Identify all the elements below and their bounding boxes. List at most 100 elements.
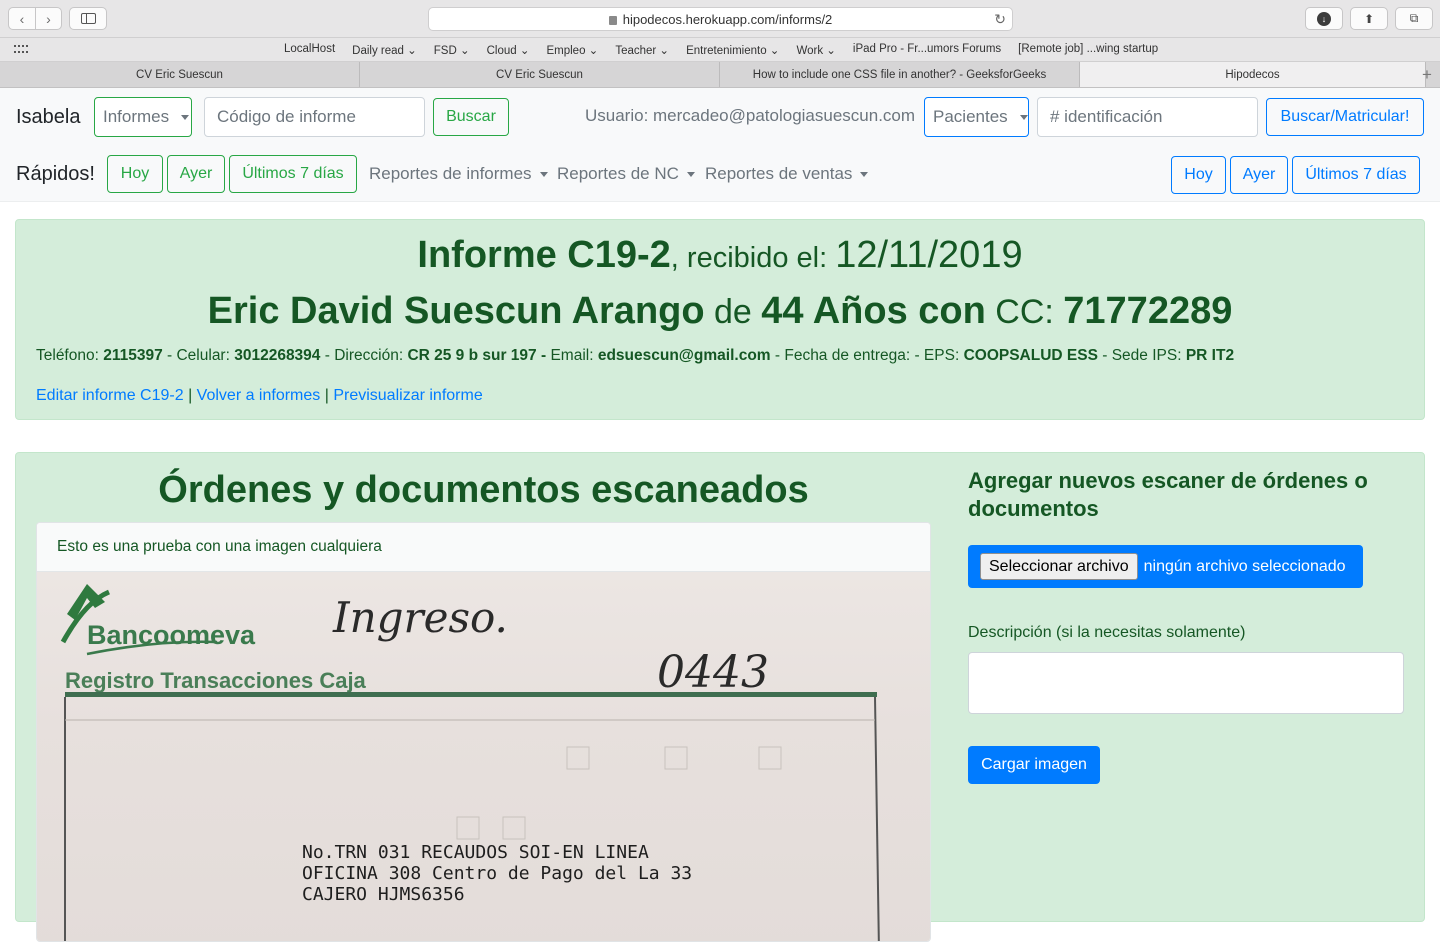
celular-value: 3012268394: [234, 347, 321, 364]
file-input[interactable]: Seleccionar archivo ningún archivo selec…: [968, 545, 1363, 588]
patient-name: Eric David Suescun Arango: [207, 290, 705, 332]
forward-icon[interactable]: ›: [35, 8, 61, 29]
ayer-button[interactable]: Ayer: [167, 155, 225, 193]
tab-bar: CV Eric Suescun CV Eric Suescun How to i…: [0, 62, 1440, 88]
patient-title: Eric David Suescun Arango de 44 Años con…: [16, 290, 1424, 333]
favorite-item[interactable]: Entretenimiento ⌄: [686, 43, 779, 57]
new-tab-icon[interactable]: +: [1414, 62, 1440, 87]
scan-line-1: No.TRN 031 RECAUDOS SOI-EN LINEA: [302, 842, 649, 863]
ultimos-7-dias-right-button[interactable]: Últimos 7 días: [1292, 156, 1420, 194]
favorite-item[interactable]: FSD ⌄: [434, 43, 470, 57]
url-text: hipodecos.herokuapp.com/informs/2: [622, 11, 833, 27]
ayer-right-button[interactable]: Ayer: [1230, 156, 1288, 194]
cargar-imagen-button[interactable]: Cargar imagen: [968, 746, 1100, 784]
apps-grid-icon[interactable]: [14, 45, 30, 55]
favorite-item[interactable]: Empleo ⌄: [546, 43, 598, 57]
previsualizar-link[interactable]: Previsualizar informe: [333, 387, 482, 404]
chevron-down-icon: [181, 114, 190, 120]
downloads-button[interactable]: ↓: [1305, 7, 1343, 30]
scanned-document-image[interactable]: Bancoomeva Registro Transacciones Caja I…: [37, 572, 930, 941]
scan-handwritten-ingreso: Ingreso.: [332, 593, 508, 642]
descripcion-textarea[interactable]: [968, 652, 1404, 714]
tab-cv-1[interactable]: CV Eric Suescun: [0, 62, 360, 87]
address-bar[interactable]: hipodecos.herokuapp.com/informs/2 ↻: [428, 7, 1013, 31]
codigo-informe-input[interactable]: Código de informe: [204, 97, 425, 137]
separator: |: [183, 387, 197, 404]
informes-select[interactable]: Informes: [94, 97, 192, 137]
scan-line-2: OFICINA 308 Centro de Pago del La 33: [302, 863, 692, 884]
reportes-ventas-dropdown[interactable]: Reportes de ventas: [705, 164, 869, 184]
celular-label: - Celular:: [162, 347, 235, 364]
reportes-nc-dropdown[interactable]: Reportes de NC: [557, 164, 695, 184]
informe-date: 12/11/2019: [835, 234, 1023, 276]
favorite-item[interactable]: Teacher ⌄: [615, 43, 669, 57]
reportes-informes-dropdown[interactable]: Reportes de informes: [369, 164, 548, 184]
hoy-right-button[interactable]: Hoy: [1171, 156, 1226, 194]
share-button[interactable]: ⬆: [1350, 7, 1388, 30]
cc-label: CC:: [985, 293, 1064, 331]
separator: |: [320, 387, 334, 404]
eps-value: COOPSALUD ESS: [963, 347, 1098, 364]
telefono-value: 2115397: [103, 347, 163, 364]
back-icon[interactable]: ‹: [9, 8, 35, 29]
direccion-label: - Dirección:: [320, 347, 408, 364]
informes-select-value: Informes: [103, 107, 170, 126]
tab-cv-2[interactable]: CV Eric Suescun: [360, 62, 720, 87]
email-label: Email:: [546, 347, 598, 364]
favorite-item[interactable]: iPad Pro - Fr...umors Forums: [853, 43, 1001, 57]
reload-icon[interactable]: ↻: [994, 11, 1006, 28]
entrega-eps-label: - Fecha de entrega: - EPS:: [770, 347, 964, 364]
reportes-ventas-label: Reportes de ventas: [705, 164, 853, 183]
patient-info-line: Teléfono: 2115397 - Celular: 3012268394 …: [36, 347, 1234, 365]
direccion-value: CR 25 9 b sur 197 -: [407, 347, 547, 364]
no-file-label: ningún archivo seleccionado: [1143, 557, 1346, 575]
agregar-titulo: Agregar nuevos escaner de órdenes o docu…: [968, 468, 1368, 521]
document-card: Esto es una prueba con una imagen cualqu…: [36, 522, 931, 942]
pacientes-select[interactable]: Pacientes: [924, 97, 1029, 137]
sede-label: - Sede IPS:: [1097, 347, 1186, 364]
pacientes-select-value: Pacientes: [933, 107, 1008, 126]
email-value: edsuescun@gmail.com: [597, 347, 771, 364]
informe-code: Informe C19-2: [417, 234, 671, 276]
informe-title: Informe C19-2, recibido el: 12/11/2019: [16, 234, 1424, 277]
favorite-item[interactable]: Cloud ⌄: [487, 43, 530, 57]
download-icon: ↓: [1317, 11, 1331, 26]
brand[interactable]: Isabela: [16, 106, 81, 129]
browser-toolbar: ‹ › hipodecos.herokuapp.com/informs/2 ↻ …: [0, 0, 1440, 38]
favorite-item[interactable]: LocalHost: [284, 43, 335, 57]
buscar-matricular-button[interactable]: Buscar/Matricular!: [1266, 98, 1424, 136]
reportes-informes-label: Reportes de informes: [369, 164, 532, 183]
hoy-button[interactable]: Hoy: [107, 155, 163, 193]
scan-handwritten-number: 0443: [657, 647, 769, 698]
informe-actions: Editar informe C19-2 | Volver a informes…: [36, 387, 483, 405]
favorite-item[interactable]: Daily read ⌄: [352, 43, 417, 57]
patient-cc: 71772289: [1063, 290, 1233, 332]
lock-icon: [608, 15, 617, 25]
chevron-down-icon: [686, 171, 695, 177]
identificacion-input[interactable]: # identificación: [1037, 97, 1258, 137]
scan-registro-text: Registro Transacciones Caja: [65, 668, 367, 693]
ultimos-7-dias-button[interactable]: Últimos 7 días: [229, 155, 357, 193]
editar-informe-link[interactable]: Editar informe C19-2: [36, 387, 184, 404]
informe-header-panel: Informe C19-2, recibido el: 12/11/2019 E…: [15, 219, 1425, 420]
sede-value: PR IT2: [1185, 347, 1235, 364]
volver-informes-link[interactable]: Volver a informes: [197, 387, 321, 404]
tabs-overview-button[interactable]: ⧉: [1395, 7, 1433, 30]
buscar-button[interactable]: Buscar: [433, 98, 509, 136]
favorite-item[interactable]: Work ⌄: [796, 43, 835, 57]
favorites-bar: LocalHost Daily read ⌄ FSD ⌄ Cloud ⌄ Empleo …: [0, 38, 1440, 62]
seleccionar-archivo-button[interactable]: Seleccionar archivo: [980, 553, 1138, 580]
user-label: Usuario: mercadeo@patologiasuescun.com: [585, 106, 916, 125]
user-menu[interactable]: Usuario: mercadeo@patologiasuescun.com: [585, 106, 933, 126]
chevron-down-icon: [539, 171, 548, 177]
share-icon: ⬆: [1363, 11, 1375, 26]
reportes-nc-label: Reportes de NC: [557, 164, 679, 183]
tab-geeksforgeeks[interactable]: How to include one CSS file in another? …: [720, 62, 1080, 87]
chevron-down-icon: [860, 171, 869, 177]
favorite-item[interactable]: [Remote job] ...wing startup: [1018, 43, 1158, 57]
tabs-icon: ⧉: [1409, 11, 1419, 25]
sidebar-toggle-icon[interactable]: [69, 7, 107, 30]
patient-age: 44 Años con: [761, 290, 986, 332]
tab-hipodecos[interactable]: Hipodecos: [1080, 62, 1426, 87]
documents-panel: Órdenes y documentos escaneados Esto es …: [15, 452, 1425, 942]
